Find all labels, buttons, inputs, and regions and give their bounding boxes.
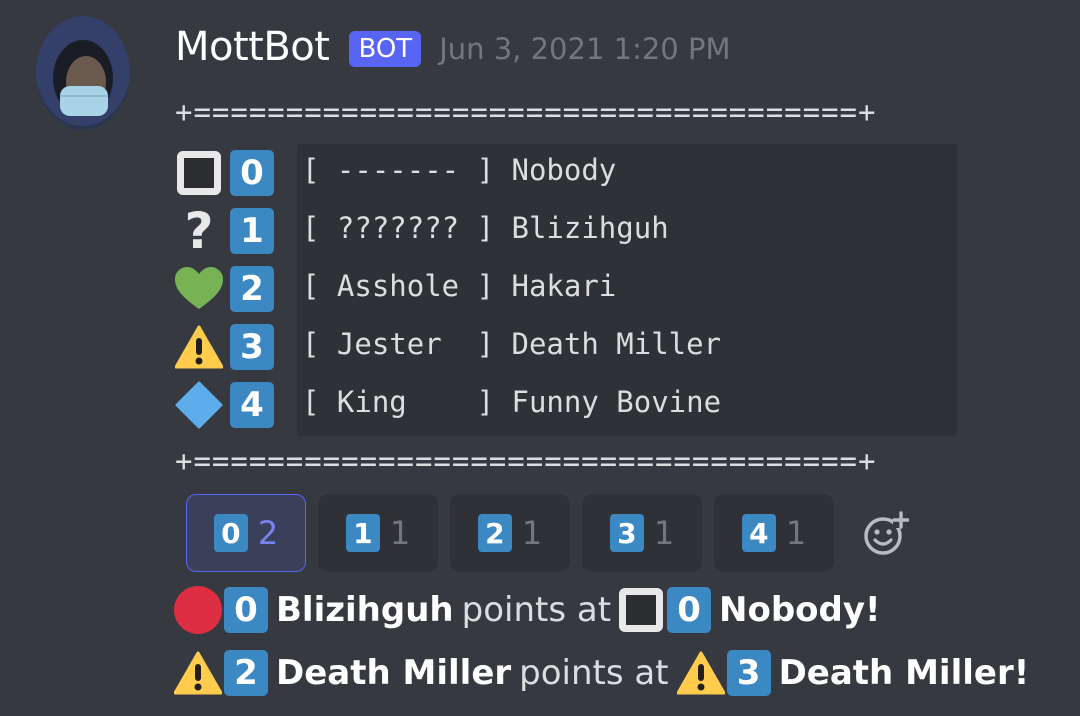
- reaction-keycap-2[interactable]: 2 1: [450, 494, 570, 572]
- keycap-3-icon: 3: [726, 650, 771, 696]
- keycap-4-icon: 4: [230, 382, 274, 428]
- add-reaction-button[interactable]: [856, 494, 916, 572]
- row-code-text: [ ??????? ] Blizihguh: [302, 211, 669, 245]
- event-target: Death Miller: [778, 653, 1014, 693]
- row-code-text: [ King ] Funny Bovine: [302, 385, 722, 419]
- event-end: !: [865, 590, 881, 630]
- player-row: 3 [ Jester ] Death Miller: [174, 320, 721, 374]
- reaction-keycap-3[interactable]: 3 1: [582, 494, 702, 572]
- keycap-4-icon: 4: [741, 514, 776, 552]
- white-square-icon: [174, 148, 224, 198]
- reaction-keycap-1[interactable]: 1 1: [318, 494, 438, 572]
- blue-diamond-icon: [174, 380, 224, 430]
- username[interactable]: MottBot: [175, 24, 330, 70]
- event-verb: points at: [519, 653, 669, 693]
- reaction-keycap-0[interactable]: 0 2: [186, 494, 306, 572]
- keycap-2-icon: 2: [477, 514, 512, 552]
- avatar-image: [36, 16, 130, 130]
- warning-icon: [676, 651, 725, 695]
- event-end: !: [1013, 653, 1030, 693]
- row-code-text: [ Asshole ] Hakari: [302, 269, 617, 303]
- event-line: 2 Death Miller points at 3 Death Miller …: [174, 650, 1029, 696]
- separator-bottom: +====================================+: [175, 444, 877, 478]
- keycap-2-icon: 2: [224, 650, 268, 696]
- event-actor: Blizihguh: [276, 590, 454, 630]
- event-actor: Death Miller: [276, 653, 512, 693]
- reaction-keycap-4[interactable]: 4 1: [714, 494, 834, 572]
- player-row: 2 [ Asshole ] Hakari: [174, 262, 616, 316]
- message-header: MottBot BOT Jun 3, 2021 1:20 PM: [175, 24, 730, 70]
- reaction-count: 1: [389, 514, 411, 552]
- event-verb: points at: [461, 590, 612, 630]
- message-timestamp[interactable]: Jun 3, 2021 1:20 PM: [439, 32, 730, 66]
- bot-badge: BOT: [349, 31, 422, 67]
- row-code-text: [ Jester ] Death Miller: [302, 327, 722, 361]
- keycap-0-icon: 0: [224, 587, 268, 633]
- keycap-0-icon: 0: [667, 587, 712, 633]
- white-square-icon: [619, 588, 664, 632]
- red-circle-icon: [174, 586, 222, 634]
- keycap-3-icon: 3: [609, 514, 644, 552]
- warning-icon: [174, 651, 222, 695]
- reaction-count: 1: [521, 514, 543, 552]
- keycap-1-icon: 1: [345, 514, 380, 552]
- question-mark-icon: ?: [184, 202, 214, 260]
- reaction-count: 1: [785, 514, 807, 552]
- avatar[interactable]: [36, 16, 130, 130]
- reaction-count: 1: [653, 514, 675, 552]
- separator-top: +====================================+: [175, 95, 877, 129]
- player-row: 0 [ ------- ] Nobody: [174, 146, 616, 200]
- reactions-bar: 0 2 1 1 2 1 3 1 4 1: [186, 494, 916, 572]
- player-row: ? 1 [ ??????? ] Blizihguh: [174, 202, 668, 260]
- player-row: 4 [ King ] Funny Bovine: [174, 378, 721, 432]
- event-line: 0 Blizihguh points at 0 Nobody !: [174, 586, 881, 634]
- keycap-0-icon: 0: [213, 514, 248, 552]
- row-code-text: [ ------- ] Nobody: [302, 153, 617, 187]
- keycap-2-icon: 2: [230, 266, 274, 312]
- keycap-0-icon: 0: [230, 150, 274, 196]
- event-target: Nobody: [719, 590, 866, 630]
- add-reaction-icon: [864, 511, 909, 555]
- keycap-1-icon: 1: [230, 208, 274, 254]
- green-heart-icon: [174, 264, 224, 314]
- keycap-3-icon: 3: [230, 324, 274, 370]
- reaction-count: 2: [257, 514, 279, 552]
- warning-icon: [174, 322, 224, 372]
